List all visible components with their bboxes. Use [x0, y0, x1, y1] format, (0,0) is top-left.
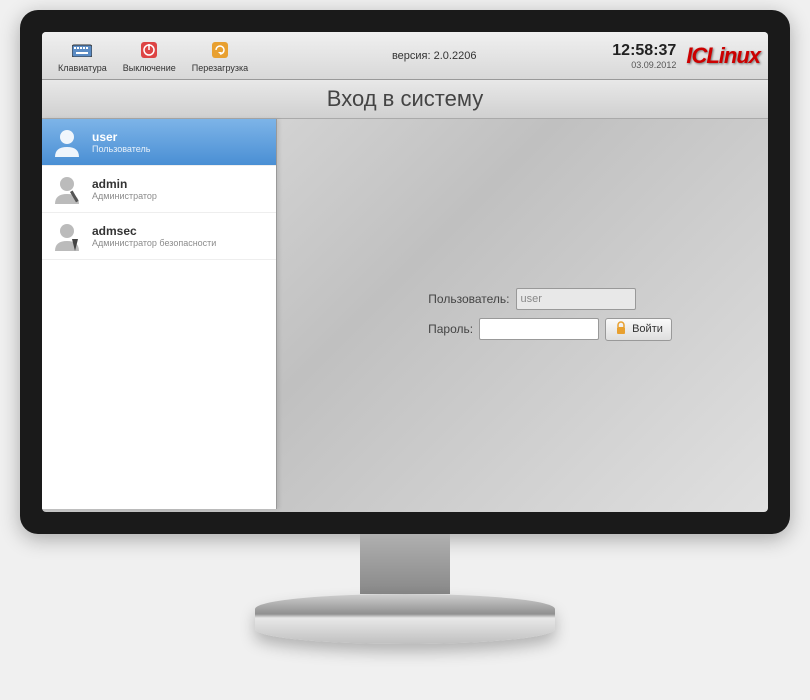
user-name: user: [92, 130, 150, 144]
reboot-label: Перезагрузка: [192, 63, 248, 73]
lock-icon: [614, 321, 628, 338]
shutdown-label: Выключение: [123, 63, 176, 73]
keyboard-label: Клавиатура: [58, 63, 107, 73]
avatar-icon: [50, 125, 84, 159]
avatar-icon: [50, 172, 84, 206]
screen: Клавиатура Выключение Перезагрузка верси…: [42, 32, 768, 512]
time-value: 12:58:37: [612, 42, 676, 60]
avatar-icon: [50, 219, 84, 253]
user-role: Пользователь: [92, 144, 150, 154]
login-button-label: Войти: [632, 323, 663, 335]
brand-logo: ICLinux: [686, 43, 760, 69]
power-icon: [138, 39, 160, 61]
user-item-user[interactable]: user Пользователь: [42, 119, 276, 166]
version-label: версия: 2.0.2206: [256, 50, 612, 62]
keyboard-icon: [71, 39, 93, 61]
keyboard-button[interactable]: Клавиатура: [50, 37, 115, 75]
user-item-admin[interactable]: admin Администратор: [42, 166, 276, 213]
screen-bezel: Клавиатура Выключение Перезагрузка верси…: [20, 10, 790, 534]
username-label: Пользователь:: [410, 292, 510, 306]
user-role: Администратор: [92, 191, 157, 201]
user-item-admsec[interactable]: admsec Администратор безопасности: [42, 213, 276, 260]
reboot-button[interactable]: Перезагрузка: [184, 37, 256, 75]
user-name: admin: [92, 177, 157, 191]
login-button[interactable]: Войти: [605, 318, 672, 341]
monitor-stand-base: [255, 594, 555, 644]
date-value: 03.09.2012: [612, 60, 676, 70]
password-input[interactable]: [479, 318, 599, 340]
username-input: [516, 288, 636, 310]
page-title: Вход в систему: [42, 80, 768, 119]
login-form: Пользователь: Пароль: Войти: [277, 119, 768, 509]
user-name: admsec: [92, 224, 216, 238]
reboot-icon: [209, 39, 231, 61]
monitor-frame: Клавиатура Выключение Перезагрузка верси…: [20, 10, 790, 644]
top-toolbar: Клавиатура Выключение Перезагрузка верси…: [42, 32, 768, 80]
monitor-stand-neck: [360, 534, 450, 594]
user-list: user Пользователь admin Администратор: [42, 119, 277, 509]
shutdown-button[interactable]: Выключение: [115, 37, 184, 75]
user-role: Администратор безопасности: [92, 238, 216, 248]
password-label: Пароль:: [373, 322, 473, 336]
clock: 12:58:37 03.09.2012: [612, 42, 676, 70]
main-content: user Пользователь admin Администратор: [42, 119, 768, 509]
